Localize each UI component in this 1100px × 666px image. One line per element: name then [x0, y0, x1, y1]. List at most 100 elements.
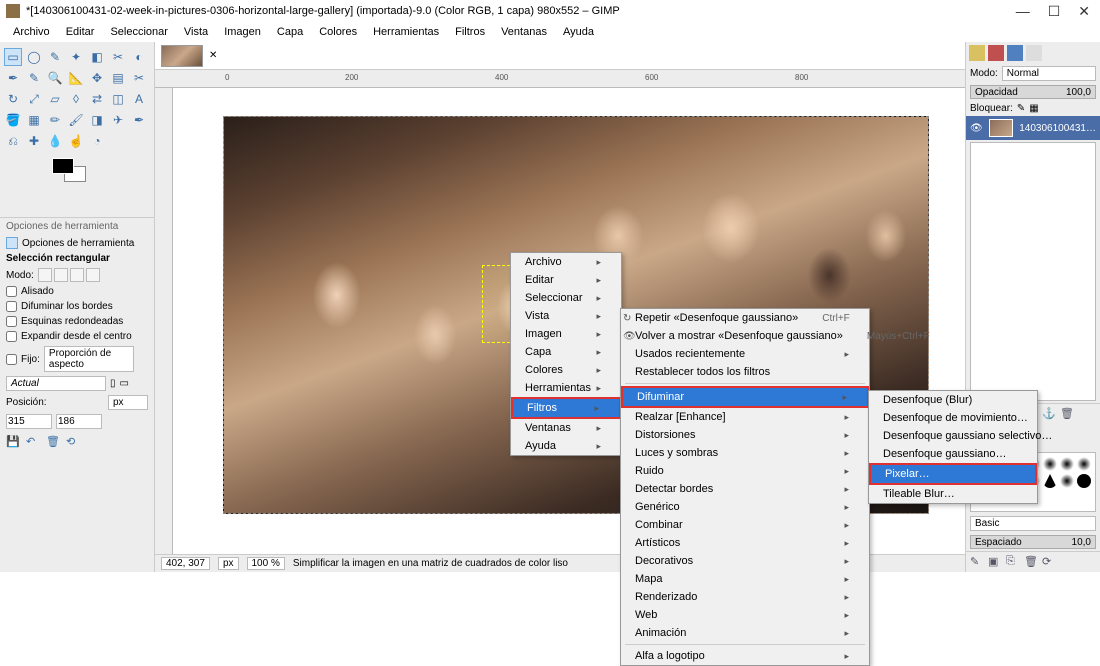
layer-mode-select[interactable]: Normal [1002, 66, 1096, 81]
edit-brush-icon[interactable]: ✎ [970, 555, 984, 569]
bucket-fill-tool[interactable]: 🪣 [4, 111, 22, 129]
airbrush-tool[interactable]: ✈ [109, 111, 127, 129]
undo-tab-icon[interactable] [1026, 45, 1042, 61]
rect-select-tool[interactable]: ▭ [4, 48, 22, 66]
lock-alpha-icon[interactable]: ▦ [1029, 103, 1038, 114]
filters-light[interactable]: Luces y sombras▸ [621, 444, 869, 462]
blur-tool[interactable]: 💧 [46, 132, 64, 150]
heal-tool[interactable]: ✚ [25, 132, 43, 150]
filters-edge[interactable]: Detectar bordes▸ [621, 480, 869, 498]
filters-blur[interactable]: Difuminar▸ [621, 386, 869, 408]
dodge-tool[interactable]: ◔ [88, 132, 106, 150]
antialias-checkbox[interactable] [6, 286, 17, 297]
channels-tab-icon[interactable] [988, 45, 1004, 61]
filters-repeat[interactable]: ↻Repetir «Desenfoque gaussiano»Ctrl+F [621, 309, 869, 327]
ctx-ayuda[interactable]: Ayuda▸ [511, 437, 621, 455]
fg-bg-colors[interactable] [52, 158, 88, 188]
blur-motion[interactable]: Desenfoque de movimiento… [869, 409, 1037, 427]
filters-enhance[interactable]: Realzar [Enhance]▸ [621, 408, 869, 426]
blur-selective-gaussian[interactable]: Desenfoque gaussiano selectivo… [869, 427, 1037, 445]
ctx-colores[interactable]: Colores▸ [511, 361, 621, 379]
position-unit[interactable]: px [108, 395, 148, 410]
menu-capa[interactable]: Capa [270, 24, 310, 40]
feather-checkbox[interactable] [6, 301, 17, 312]
fixed-checkbox[interactable] [6, 354, 17, 365]
clone-tool[interactable]: ⎌ [4, 132, 22, 150]
blur-blur[interactable]: Desenfoque (Blur) [869, 391, 1037, 409]
pos-x-input[interactable] [6, 414, 52, 429]
zoom-tool[interactable]: 🔍 [46, 69, 64, 87]
filters-web[interactable]: Web▸ [621, 606, 869, 624]
crop-tool[interactable]: ✂ [130, 69, 148, 87]
fuzzy-select-tool[interactable]: ✦ [67, 48, 85, 66]
ctx-imagen[interactable]: Imagen▸ [511, 325, 621, 343]
portrait-icon[interactable]: ▯ [110, 378, 116, 389]
ctx-archivo[interactable]: Archivo▸ [511, 253, 621, 271]
menu-colores[interactable]: Colores [312, 24, 364, 40]
by-color-select-tool[interactable]: ◧ [88, 48, 106, 66]
opacity-slider[interactable]: Opacidad100,0 [970, 85, 1096, 99]
ctx-filtros[interactable]: Filtros▸ [511, 397, 621, 419]
tool-options-tab[interactable]: Opciones de herramienta [22, 238, 134, 249]
filters-decor[interactable]: Decorativos▸ [621, 552, 869, 570]
shear-tool[interactable]: ▱ [46, 90, 64, 108]
menu-editar[interactable]: Editar [59, 24, 102, 40]
perspective-tool[interactable]: ◊ [67, 90, 85, 108]
rotate-tool[interactable]: ↻ [4, 90, 22, 108]
filters-reshow[interactable]: 👁Volver a mostrar «Desenfoque gaussiano»… [621, 327, 869, 345]
scissors-tool[interactable]: ✂ [109, 48, 127, 66]
refresh-brush-icon[interactable]: ⟳ [1042, 555, 1056, 569]
filters-artistic[interactable]: Artísticos▸ [621, 534, 869, 552]
cage-tool[interactable]: ◫ [109, 90, 127, 108]
ctx-capa[interactable]: Capa▸ [511, 343, 621, 361]
menu-ventanas[interactable]: Ventanas [494, 24, 554, 40]
reset-options-icon[interactable]: ⟲ [66, 435, 80, 449]
paths-tab-icon[interactable] [1007, 45, 1023, 61]
delete-brush-icon[interactable]: 🗑 [1024, 555, 1038, 569]
image-tab-close-icon[interactable]: ✕ [209, 50, 217, 61]
menu-herramientas[interactable]: Herramientas [366, 24, 446, 40]
expand-checkbox[interactable] [6, 331, 17, 342]
smudge-tool[interactable]: ☝ [67, 132, 85, 150]
maximize-button[interactable]: ☐ [1048, 3, 1061, 20]
rounded-checkbox[interactable] [6, 316, 17, 327]
paintbrush-tool[interactable]: 🖌 [67, 111, 85, 129]
current-field[interactable]: Actual [6, 376, 106, 391]
new-brush-icon[interactable]: ▣ [988, 555, 1002, 569]
filters-map[interactable]: Mapa▸ [621, 570, 869, 588]
measure-tool[interactable]: 📐 [67, 69, 85, 87]
landscape-icon[interactable]: ▭ [120, 378, 129, 389]
ellipse-select-tool[interactable]: ◯ [25, 48, 43, 66]
move-tool[interactable]: ✥ [88, 69, 106, 87]
filters-reset[interactable]: Restablecer todos los filtros [621, 363, 869, 381]
ctx-editar[interactable]: Editar▸ [511, 271, 621, 289]
free-select-tool[interactable]: ✎ [46, 48, 64, 66]
ctx-vista[interactable]: Vista▸ [511, 307, 621, 325]
flip-tool[interactable]: ⇄ [88, 90, 106, 108]
filters-render[interactable]: Renderizado▸ [621, 588, 869, 606]
layer-row[interactable]: 👁 140306100431… [966, 116, 1100, 140]
selection-mode-icons[interactable] [38, 268, 100, 282]
menu-filtros[interactable]: Filtros [448, 24, 492, 40]
filters-generic[interactable]: Genérico▸ [621, 498, 869, 516]
fg-color-swatch[interactable] [52, 158, 74, 174]
save-options-icon[interactable]: 💾 [6, 435, 20, 449]
anchor-layer-icon[interactable]: ⚓ [1042, 407, 1056, 421]
scale-tool[interactable]: ⤢ [25, 90, 43, 108]
status-unit[interactable]: px [218, 557, 239, 570]
delete-layer-icon[interactable]: 🗑 [1060, 407, 1074, 421]
filters-recent[interactable]: Usados recientemente▸ [621, 345, 869, 363]
menu-seleccionar[interactable]: Seleccionar [103, 24, 174, 40]
menu-ayuda[interactable]: Ayuda [556, 24, 601, 40]
image-tab-thumb[interactable] [161, 45, 203, 67]
ctx-herramientas[interactable]: Herramientas▸ [511, 379, 621, 397]
blur-gaussian[interactable]: Desenfoque gaussiano… [869, 445, 1037, 463]
pos-y-input[interactable] [56, 414, 102, 429]
status-zoom[interactable]: 100 % [247, 557, 285, 570]
pencil-tool[interactable]: ✏ [46, 111, 64, 129]
color-picker-tool[interactable]: ✎ [25, 69, 43, 87]
ctx-seleccionar[interactable]: Seleccionar▸ [511, 289, 621, 307]
menu-imagen[interactable]: Imagen [217, 24, 268, 40]
ctx-ventanas[interactable]: Ventanas▸ [511, 419, 621, 437]
duplicate-brush-icon[interactable]: ⎘ [1006, 555, 1020, 569]
